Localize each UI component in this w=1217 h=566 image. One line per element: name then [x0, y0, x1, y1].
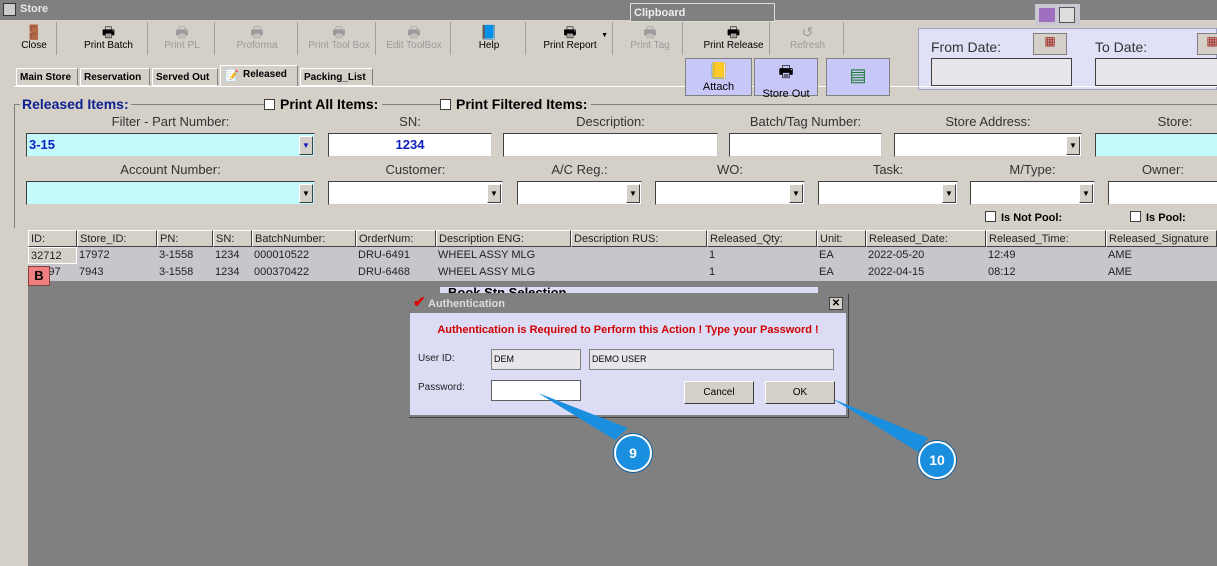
callout-10-pointer	[833, 399, 928, 452]
callout-10: 10	[918, 441, 956, 479]
callout-9: 9	[614, 434, 652, 472]
callout-9-pointer	[538, 393, 628, 440]
callout-pointers	[538, 393, 928, 452]
